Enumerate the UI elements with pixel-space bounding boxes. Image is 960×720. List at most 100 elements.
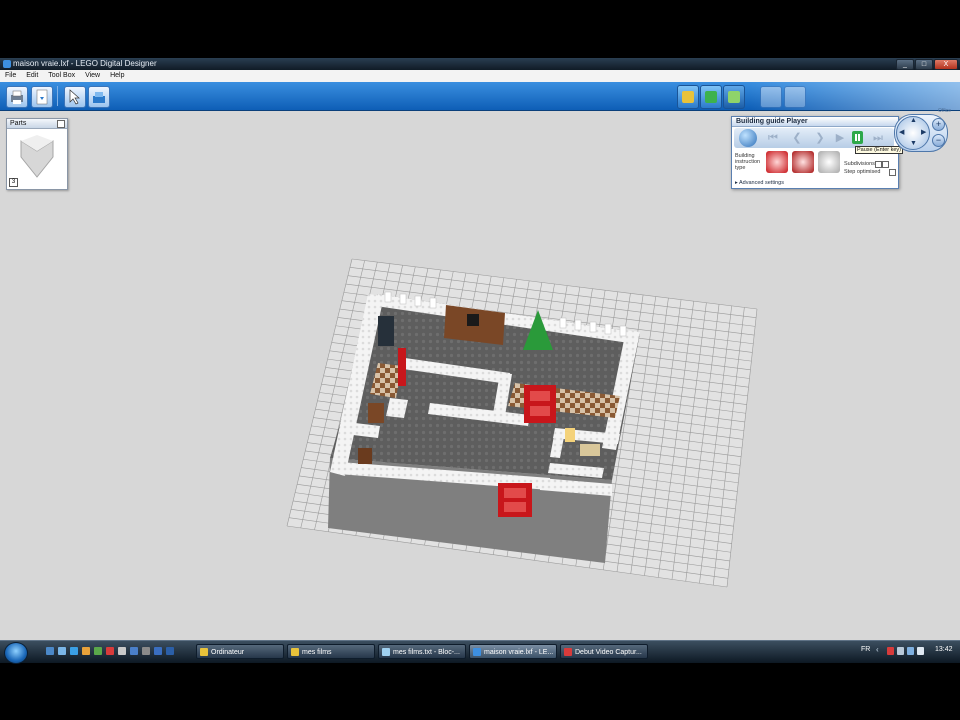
zoom-in-icon[interactable]: + bbox=[932, 118, 945, 131]
play-icon[interactable]: ▶ bbox=[834, 131, 846, 145]
building-guide-player-panel: Building guide Player ⏮ ❮ ❯ ▶ ⏭ Pause (E… bbox=[731, 116, 904, 189]
select-tool-icon[interactable] bbox=[64, 86, 86, 108]
menu-help[interactable]: Help bbox=[110, 72, 124, 79]
car-type-icon[interactable] bbox=[792, 151, 814, 173]
task-label: mes films.txt - Bloc-... bbox=[393, 649, 460, 656]
internet-explorer-icon[interactable] bbox=[70, 647, 78, 655]
task-lego-digital-designer[interactable]: maison vraie.lxf - LE... bbox=[469, 644, 557, 659]
media-player-icon[interactable] bbox=[82, 647, 90, 655]
build-mode-icon[interactable] bbox=[677, 85, 699, 109]
clock[interactable]: 13:42 bbox=[935, 646, 953, 653]
previous-step-icon[interactable]: ❮ bbox=[791, 131, 803, 145]
subdivisions-checkbox[interactable] bbox=[875, 161, 882, 168]
pause-button[interactable] bbox=[852, 131, 863, 144]
black-chair[interactable] bbox=[467, 314, 479, 326]
task-label: maison vraie.lxf - LE... bbox=[484, 649, 554, 656]
minimize-button[interactable]: _ bbox=[896, 59, 914, 70]
menu-file[interactable]: File bbox=[5, 72, 16, 79]
network-icon[interactable] bbox=[907, 647, 914, 655]
windows-taskbar: Ordinateur mes films mes films.txt - Blo… bbox=[0, 640, 960, 664]
task-label: Debut Video Captur... bbox=[575, 649, 642, 656]
step-optimised-checkbox[interactable] bbox=[889, 169, 896, 176]
lego-app-icon bbox=[473, 648, 481, 656]
building-guide-mode-icon[interactable] bbox=[723, 85, 745, 109]
parts-panel[interactable]: Parts 3 bbox=[6, 118, 68, 190]
task-mes-films[interactable]: mes films bbox=[287, 644, 375, 659]
application-window: maison vraie.lxf - LEGO Digital Designer… bbox=[0, 58, 960, 660]
subdivisions-help-icon[interactable] bbox=[882, 161, 889, 168]
view-mode-icon[interactable] bbox=[700, 85, 722, 109]
task-ordinateur[interactable]: Ordinateur bbox=[196, 644, 284, 659]
rotate-left-icon[interactable]: ◀ bbox=[899, 128, 904, 136]
notepad-icon bbox=[382, 648, 390, 656]
lego-app-icon bbox=[3, 60, 11, 68]
rotate-down-icon[interactable]: ▼ bbox=[910, 140, 917, 147]
advanced-settings-toggle[interactable]: ▸ Advanced settings bbox=[735, 180, 784, 186]
export-icon[interactable] bbox=[31, 86, 53, 108]
start-button[interactable] bbox=[4, 642, 28, 664]
playback-controls: ⏮ ❮ ❯ ▶ ⏭ bbox=[734, 128, 894, 148]
tray-app-icon[interactable] bbox=[887, 647, 894, 655]
red-door-south[interactable] bbox=[498, 483, 532, 517]
last-step-icon[interactable]: ⏭ bbox=[872, 131, 884, 145]
quick-launch-icon[interactable] bbox=[106, 647, 114, 655]
task-label: Ordinateur bbox=[211, 649, 245, 656]
volume-icon[interactable] bbox=[917, 647, 924, 655]
maximize-button[interactable]: □ bbox=[915, 59, 933, 70]
brick-part-icon[interactable] bbox=[17, 135, 57, 179]
gear-type-icon[interactable] bbox=[818, 151, 840, 173]
pause-tooltip: Pause (Enter key) bbox=[855, 146, 904, 154]
instruction-type-label: Building instruction type bbox=[735, 153, 761, 171]
camera-navigation-widget: ▲ ▼ ◀ ▶ + − bbox=[894, 114, 948, 152]
main-toolbar bbox=[0, 82, 960, 111]
quick-launch-icon[interactable] bbox=[94, 647, 102, 655]
brown-chair[interactable] bbox=[358, 448, 372, 464]
quick-launch-icon[interactable] bbox=[154, 647, 162, 655]
task-label: mes films bbox=[302, 649, 332, 656]
task-notepad[interactable]: mes films.txt - Bloc-... bbox=[378, 644, 466, 659]
toolbar-separator bbox=[57, 86, 58, 106]
first-step-icon[interactable]: ⏮ bbox=[767, 131, 779, 145]
rotate-right-icon[interactable]: ▶ bbox=[921, 128, 926, 136]
redo-icon[interactable] bbox=[784, 86, 806, 108]
video-capture-icon bbox=[564, 648, 572, 656]
rotate-up-icon[interactable]: ▲ bbox=[910, 117, 917, 124]
folder-icon bbox=[291, 648, 299, 656]
3d-viewport[interactable] bbox=[0, 111, 960, 660]
red-door-north[interactable] bbox=[524, 385, 556, 423]
title-bar[interactable]: maison vraie.lxf - LEGO Digital Designer… bbox=[0, 58, 960, 70]
parts-count-badge: 3 bbox=[9, 178, 18, 187]
dark-cabinet[interactable] bbox=[378, 316, 394, 346]
red-door-west[interactable] bbox=[398, 348, 406, 386]
subdivisions-label: Subdivisions bbox=[844, 161, 875, 167]
quick-launch-icon[interactable] bbox=[130, 647, 138, 655]
task-debut-video-capture[interactable]: Debut Video Captur... bbox=[560, 644, 648, 659]
switch-windows-icon[interactable] bbox=[58, 647, 66, 655]
minifig[interactable] bbox=[565, 428, 575, 442]
print-icon[interactable] bbox=[6, 86, 28, 108]
show-desktop-icon[interactable] bbox=[46, 647, 54, 655]
menu-view[interactable]: View bbox=[85, 72, 100, 79]
show-hidden-icons-icon[interactable]: ‹ bbox=[876, 645, 879, 654]
undo-icon[interactable] bbox=[760, 86, 782, 108]
quick-launch-icon[interactable] bbox=[118, 647, 126, 655]
tray-app-icon[interactable] bbox=[897, 647, 904, 655]
quick-launch-icon[interactable] bbox=[166, 647, 174, 655]
tan-tile[interactable] bbox=[580, 444, 600, 456]
menu-edit[interactable]: Edit bbox=[26, 72, 38, 79]
quick-launch-icon[interactable] bbox=[142, 647, 150, 655]
next-step-icon[interactable]: ❯ bbox=[814, 131, 826, 145]
globe-icon[interactable] bbox=[739, 129, 757, 147]
zoom-out-icon[interactable]: − bbox=[932, 134, 945, 147]
window-title: maison vraie.lxf - LEGO Digital Designer bbox=[13, 59, 157, 68]
house-type-icon[interactable] bbox=[766, 151, 788, 173]
folder-icon bbox=[200, 648, 208, 656]
brown-cabinet[interactable] bbox=[368, 403, 384, 423]
menu-toolbox[interactable]: Tool Box bbox=[48, 72, 75, 79]
parts-panel-minimize-icon[interactable] bbox=[57, 120, 65, 128]
close-button[interactable]: X bbox=[934, 59, 958, 70]
building-guide-title: Building guide Player bbox=[732, 117, 898, 127]
language-indicator[interactable]: FR bbox=[861, 646, 870, 653]
camera-rotate-pad[interactable]: ▲ ▼ ◀ ▶ bbox=[896, 116, 930, 150]
paint-tool-icon[interactable] bbox=[88, 86, 110, 108]
